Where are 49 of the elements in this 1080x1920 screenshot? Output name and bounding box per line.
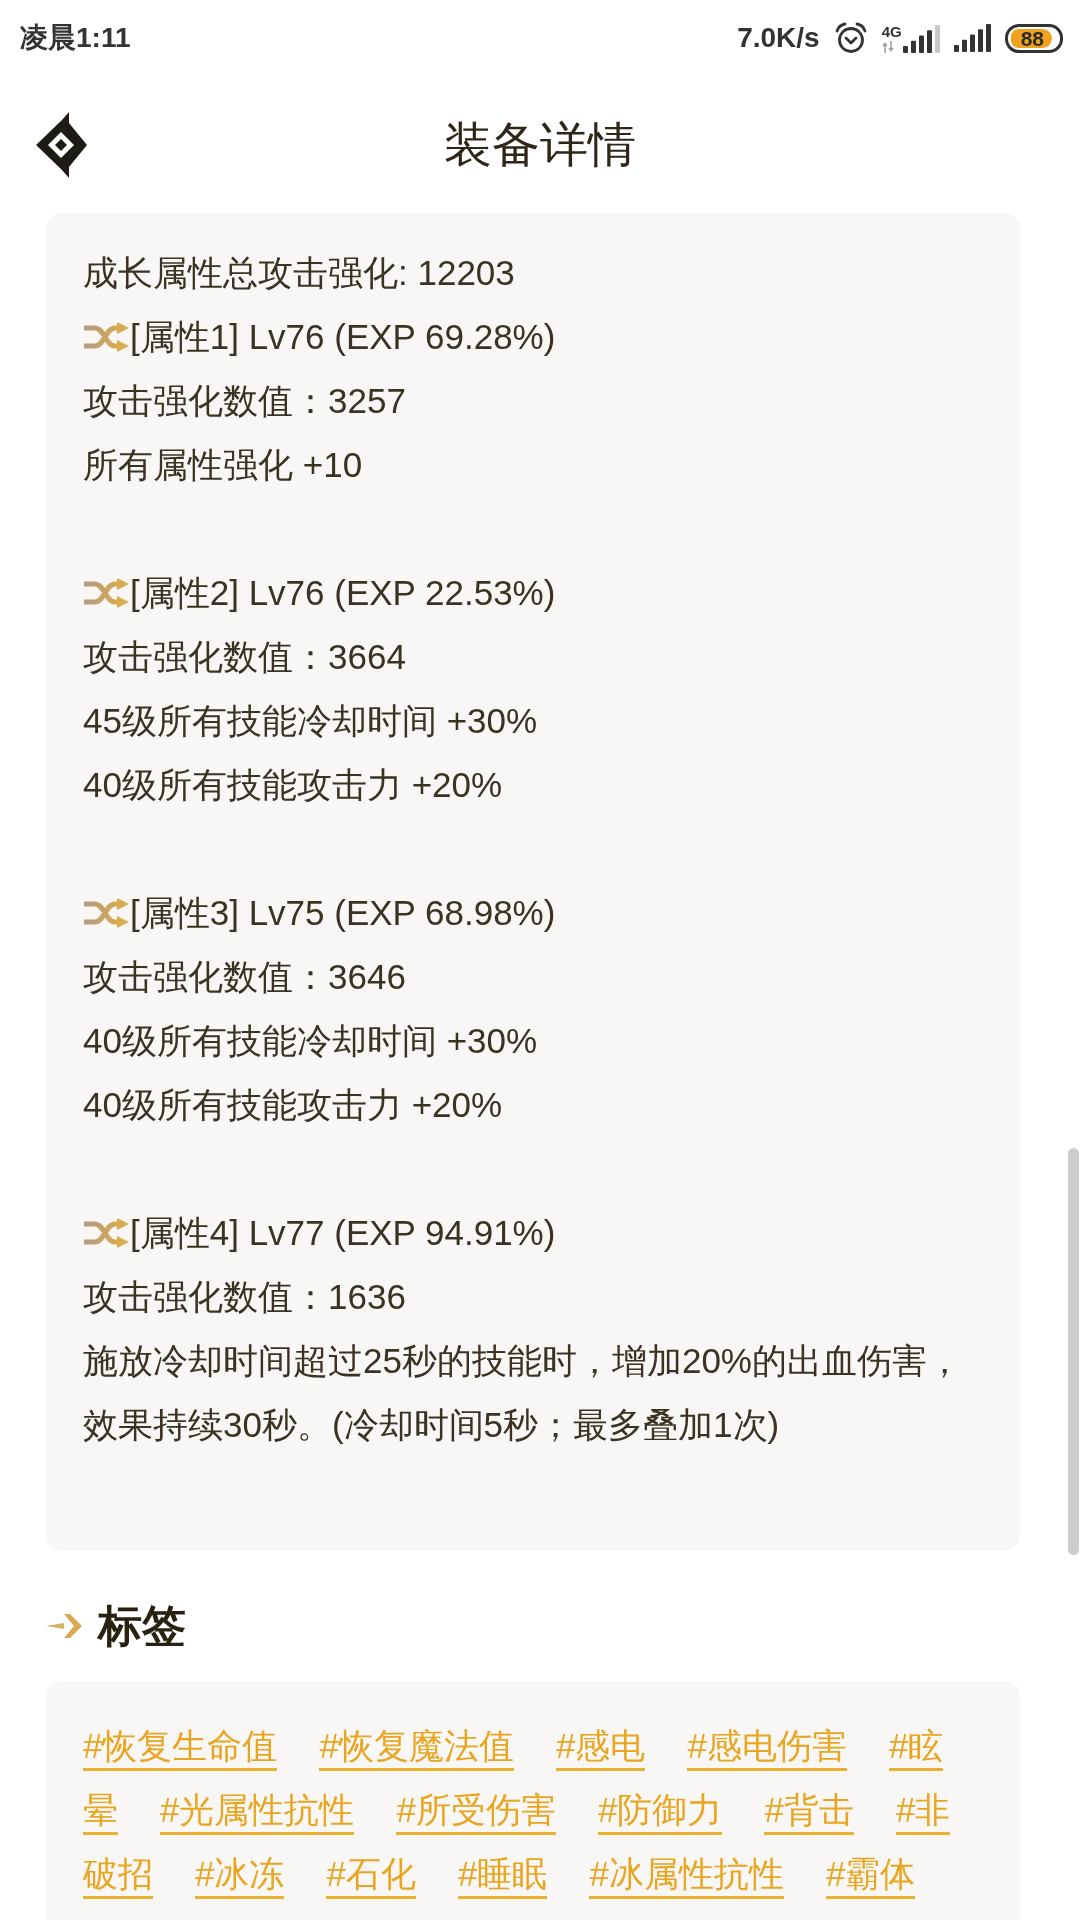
data-arrows-icon: [881, 40, 894, 53]
tag-link[interactable]: 晕: [83, 1790, 118, 1836]
attribute-title: [属性4] Lv77 (EXP 94.91%): [130, 1212, 556, 1254]
alarm-clock-icon: [833, 22, 868, 54]
crossed-arrows-icon: [83, 322, 130, 352]
network-type: 4G: [881, 23, 902, 39]
attribute-title: [属性2] Lv76 (EXP 22.53%): [130, 572, 556, 614]
attribute-stat: 所有属性强化 +10: [83, 444, 364, 486]
tag-link[interactable]: #光属性抗性: [160, 1790, 355, 1836]
tag-link[interactable]: #霸体: [825, 1854, 916, 1900]
scrollbar-thumb[interactable]: [1068, 1148, 1079, 1555]
battery-percentage: 88: [1010, 28, 1052, 48]
growth-total: 成长属性总攻击强化: 12203: [83, 252, 516, 294]
attribute-title: [属性1] Lv76 (EXP 69.28%): [130, 316, 556, 358]
tag-link[interactable]: #非: [895, 1790, 951, 1836]
tag-link[interactable]: #恢复生命值: [83, 1726, 278, 1772]
tag-link[interactable]: #睡眠: [457, 1854, 548, 1900]
section-title: 标签: [98, 1599, 186, 1652]
tag-link[interactable]: #眩: [888, 1726, 944, 1772]
status-time: 凌晨1:11: [20, 24, 131, 52]
attribute-stat: 攻击强化数值：3257: [83, 380, 407, 422]
crossed-arrows-icon: [83, 898, 130, 928]
attribute-stat: 攻击强化数值：3646: [83, 956, 407, 998]
tag-link[interactable]: 破招: [83, 1854, 153, 1900]
attribute-stat: 40级所有技能攻击力 +20%: [83, 764, 504, 806]
crossed-arrows-icon: [83, 1218, 130, 1248]
tag-link[interactable]: #冰属性抗性: [589, 1854, 784, 1900]
attribute-title: [属性3] Lv75 (EXP 68.98%): [130, 892, 556, 934]
attribute-stat: 攻击强化数值：3664: [83, 636, 407, 678]
tag-link[interactable]: #冰冻: [195, 1854, 285, 1900]
tag-link[interactable]: #防御力: [597, 1790, 723, 1836]
crossed-arrows-icon: [83, 578, 130, 608]
signal-icon: [953, 24, 991, 52]
attribute-stat: 40级所有技能攻击力 +20%: [83, 1084, 504, 1126]
tag-link[interactable]: #恢复魔法值: [319, 1726, 514, 1772]
tag-link[interactable]: #感电伤害: [687, 1726, 847, 1772]
tag-link[interactable]: #所受伤害: [396, 1790, 556, 1836]
page-title: 装备详情: [444, 116, 636, 173]
arrow-icon: [46, 1611, 84, 1641]
network-speed: 7.0K/s: [737, 24, 820, 52]
tag-link[interactable]: #石化: [326, 1854, 416, 1900]
diamond-icon: [36, 111, 87, 178]
attribute-stat: 45级所有技能冷却时间 +30%: [83, 700, 539, 742]
tag-link[interactable]: #感电: [555, 1726, 646, 1772]
attribute-stat: 攻击强化数值：1636: [83, 1276, 407, 1318]
attribute-stat: 施放冷却时间超过25秒的技能时，增加20%的出血伤害，效果持续30秒。(冷却时间5秒；最多叠加1次): [83, 1340, 963, 1446]
attribute-stat: 40级所有技能冷却时间 +30%: [83, 1020, 539, 1062]
tag-link[interactable]: #背击: [764, 1790, 854, 1836]
signal-icon: [902, 24, 940, 53]
